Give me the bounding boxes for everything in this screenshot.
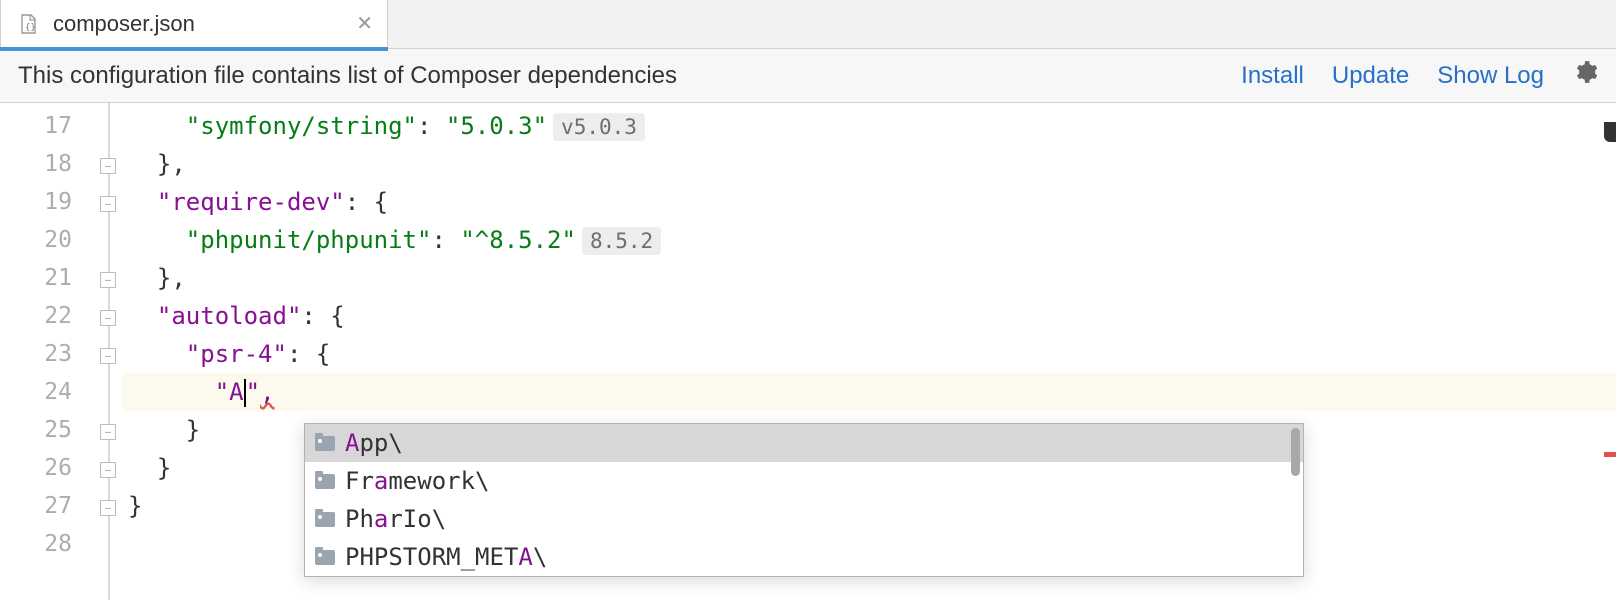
brace: } bbox=[128, 492, 142, 520]
line-number: 20 bbox=[0, 221, 72, 259]
quote: " bbox=[246, 378, 260, 406]
brace: } bbox=[186, 416, 200, 444]
line-number: 17 bbox=[0, 107, 72, 145]
autocomplete-label: PHPSTORM_META\ bbox=[345, 543, 547, 571]
code-line[interactable]: "autoload": { bbox=[122, 297, 1616, 335]
json-file-icon: {} bbox=[15, 11, 41, 37]
gear-icon[interactable] bbox=[1572, 59, 1598, 92]
folder-icon bbox=[315, 512, 335, 527]
editor-tab-composer-json[interactable]: {} composer.json ✕ bbox=[0, 0, 388, 48]
folder-icon bbox=[315, 550, 335, 565]
code-line-active[interactable]: "A", bbox=[122, 373, 1616, 411]
autocomplete-item[interactable]: PharIo\ bbox=[305, 500, 1303, 538]
version-badge: v5.0.3 bbox=[553, 113, 645, 141]
json-key: "psr-4" bbox=[186, 340, 287, 368]
show-log-link[interactable]: Show Log bbox=[1437, 62, 1544, 90]
colon: : bbox=[431, 226, 460, 254]
autocomplete-label: Framework\ bbox=[345, 467, 490, 495]
svg-text:{}: {} bbox=[25, 23, 36, 33]
json-key: "require-dev" bbox=[157, 188, 345, 216]
tab-title: composer.json bbox=[53, 11, 344, 37]
version-badge: 8.5.2 bbox=[582, 227, 661, 255]
code-area[interactable]: "symfony/string": "5.0.3"v5.0.3 }, "requ… bbox=[122, 103, 1616, 600]
line-number: 21 bbox=[0, 259, 72, 297]
line-number: 22 bbox=[0, 297, 72, 335]
fold-toggle-icon[interactable]: – bbox=[100, 424, 116, 440]
autocomplete-item[interactable]: PHPSTORM_META\ bbox=[305, 538, 1303, 576]
error-squiggle: , bbox=[260, 378, 274, 406]
folder-icon bbox=[315, 474, 335, 489]
scrollbar-thumb[interactable] bbox=[1291, 428, 1300, 476]
line-number-gutter: 171819202122232425262728 bbox=[0, 103, 80, 600]
line-number: 23 bbox=[0, 335, 72, 373]
install-link[interactable]: Install bbox=[1241, 62, 1304, 90]
brace: : { bbox=[345, 188, 388, 216]
code-line[interactable]: "require-dev": { bbox=[122, 183, 1616, 221]
fold-toggle-icon[interactable]: – bbox=[100, 272, 116, 288]
brace: : { bbox=[287, 340, 330, 368]
inspection-marker-icon[interactable] bbox=[1604, 122, 1616, 142]
json-value: "5.0.3" bbox=[446, 112, 547, 140]
brace: } bbox=[157, 454, 171, 482]
editor[interactable]: 171819202122232425262728 – – – – – – – –… bbox=[0, 103, 1616, 600]
code-line[interactable]: "psr-4": { bbox=[122, 335, 1616, 373]
composer-info-bar: This configuration file contains list of… bbox=[0, 49, 1616, 103]
json-key: "autoload" bbox=[157, 302, 302, 330]
code-line[interactable]: "phpunit/phpunit": "^8.5.2"8.5.2 bbox=[122, 221, 1616, 259]
code-line[interactable]: "symfony/string": "5.0.3"v5.0.3 bbox=[122, 107, 1616, 145]
line-number: 25 bbox=[0, 411, 72, 449]
code-line[interactable]: }, bbox=[122, 145, 1616, 183]
tab-bar: {} composer.json ✕ bbox=[0, 0, 1616, 49]
autocomplete-item[interactable]: Framework\ bbox=[305, 462, 1303, 500]
autocomplete-label: PharIo\ bbox=[345, 505, 446, 533]
line-number: 18 bbox=[0, 145, 72, 183]
line-number: 19 bbox=[0, 183, 72, 221]
line-number: 24 bbox=[0, 373, 72, 411]
fold-toggle-icon[interactable]: – bbox=[100, 196, 116, 212]
brace: }, bbox=[157, 264, 186, 292]
json-key-partial: "A bbox=[215, 378, 244, 406]
update-link[interactable]: Update bbox=[1332, 62, 1409, 90]
autocomplete-popup[interactable]: App\ Framework\ PharIo\ PHPSTORM_META\ bbox=[304, 423, 1304, 577]
folder-icon bbox=[315, 436, 335, 451]
brace: : { bbox=[301, 302, 344, 330]
fold-toggle-icon[interactable]: – bbox=[100, 158, 116, 174]
fold-toggle-icon[interactable]: – bbox=[100, 462, 116, 478]
fold-toggle-icon[interactable]: – bbox=[100, 310, 116, 326]
autocomplete-label: App\ bbox=[345, 429, 403, 457]
autocomplete-item[interactable]: App\ bbox=[305, 424, 1303, 462]
json-key: "phpunit/phpunit" bbox=[186, 226, 432, 254]
json-value: "^8.5.2" bbox=[460, 226, 576, 254]
info-bar-message: This configuration file contains list of… bbox=[18, 62, 1241, 90]
brace: }, bbox=[157, 150, 186, 178]
fold-toggle-icon[interactable]: – bbox=[100, 500, 116, 516]
line-number: 27 bbox=[0, 487, 72, 525]
close-icon[interactable]: ✕ bbox=[356, 14, 373, 34]
error-stripe-marker[interactable] bbox=[1604, 452, 1616, 457]
json-key: "symfony/string" bbox=[186, 112, 417, 140]
line-number: 26 bbox=[0, 449, 72, 487]
fold-column: – – – – – – – – bbox=[80, 103, 122, 600]
active-tab-underline bbox=[0, 47, 388, 51]
colon: : bbox=[417, 112, 446, 140]
code-line[interactable]: }, bbox=[122, 259, 1616, 297]
line-number: 28 bbox=[0, 525, 72, 563]
fold-toggle-icon[interactable]: – bbox=[100, 348, 116, 364]
